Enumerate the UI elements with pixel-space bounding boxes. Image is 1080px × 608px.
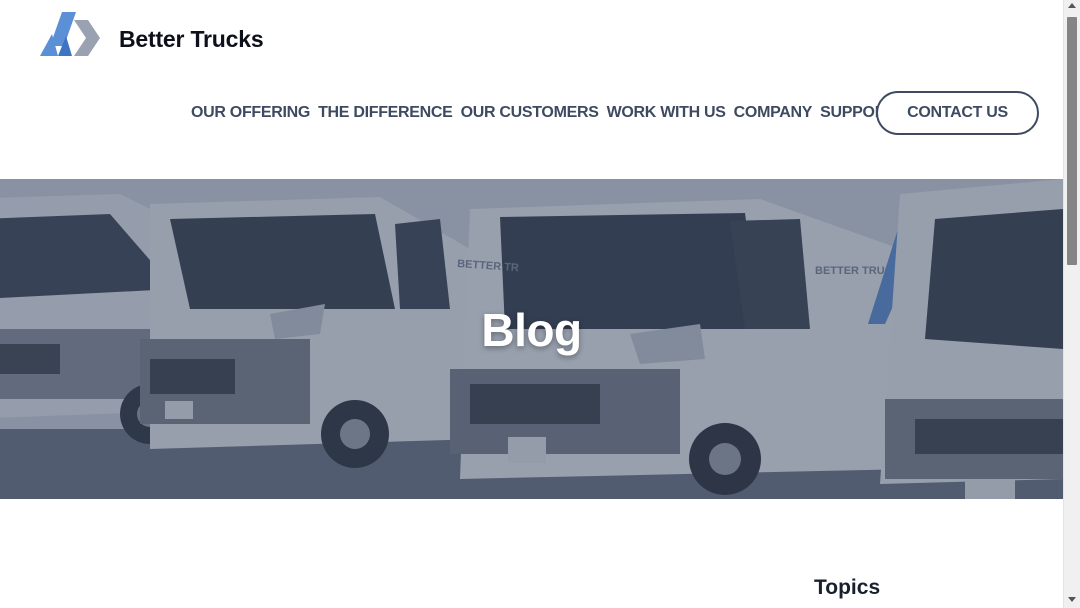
contact-us-button[interactable]: CONTACT US bbox=[876, 91, 1039, 135]
main-nav: OUR OFFERING THE DIFFERENCE OUR CUSTOMER… bbox=[191, 103, 896, 123]
brand-name[interactable]: Better Trucks bbox=[119, 26, 264, 53]
scroll-down-icon[interactable] bbox=[1068, 597, 1076, 602]
nav-item-our-customers[interactable]: OUR CUSTOMERS bbox=[461, 103, 599, 123]
vertical-scrollbar[interactable] bbox=[1063, 0, 1080, 608]
nav-item-work-with-us[interactable]: WORK WITH US bbox=[607, 103, 726, 123]
scroll-up-icon[interactable] bbox=[1068, 3, 1076, 8]
scrollbar-thumb[interactable] bbox=[1067, 17, 1077, 265]
nav-item-the-difference[interactable]: THE DIFFERENCE bbox=[318, 103, 453, 123]
topics-heading: Topics bbox=[814, 576, 881, 599]
page-title: Blog bbox=[481, 304, 582, 356]
nav-item-our-offering[interactable]: OUR OFFERING bbox=[191, 103, 310, 123]
hero-banner: BETTER TR BETTER TRUC Blog bbox=[0, 179, 1063, 499]
page: Better Trucks OUR OFFERING THE DIFFERENC… bbox=[0, 0, 1063, 608]
better-trucks-logo-icon[interactable] bbox=[40, 12, 102, 56]
nav-item-company[interactable]: COMPANY bbox=[734, 103, 813, 123]
